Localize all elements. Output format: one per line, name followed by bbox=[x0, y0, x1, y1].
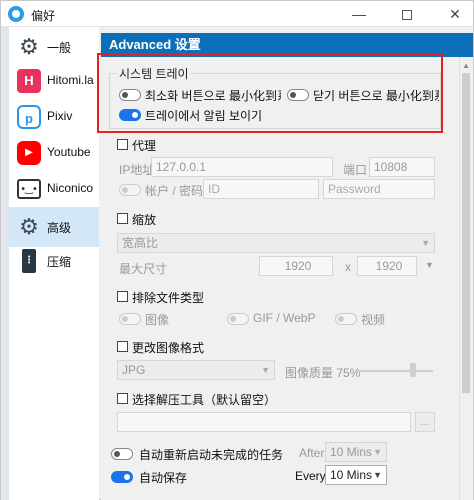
browse-button[interactable]: ... bbox=[415, 412, 435, 432]
proxy-auth-toggle[interactable] bbox=[119, 184, 141, 196]
scrollbar-thumb[interactable] bbox=[462, 73, 470, 393]
app-icon bbox=[8, 6, 24, 22]
ip-label: IP地址 bbox=[119, 163, 155, 177]
sidebar-item-label: Niconico bbox=[47, 181, 94, 195]
sidebar-item-label: Hitomi.la bbox=[47, 73, 94, 87]
sidebar-item-label: Youtube bbox=[47, 145, 91, 159]
auth-label: 帐户 / 密码 bbox=[145, 184, 204, 198]
resize-label: 缩放 bbox=[132, 213, 157, 227]
sidebar-item-label: 一般 bbox=[47, 41, 72, 55]
max-size-label: 最大尺寸 bbox=[119, 262, 168, 276]
resize-checkbox[interactable] bbox=[117, 213, 128, 224]
image-format-value: JPG bbox=[122, 363, 146, 377]
maximize-icon bbox=[402, 10, 412, 21]
exclude-video-label: 视频 bbox=[361, 313, 386, 327]
exclude-types-label: 排除文件类型 bbox=[132, 291, 205, 305]
minimize-button[interactable]: — bbox=[341, 3, 377, 25]
chevron-down-icon[interactable]: ▼ bbox=[425, 260, 434, 270]
pixiv-icon: p bbox=[17, 105, 41, 129]
sidebar-item-youtube[interactable]: ▶ Youtube bbox=[9, 133, 99, 173]
chevron-down-icon: ▼ bbox=[421, 238, 430, 248]
change-format-label: 更改图像格式 bbox=[132, 341, 205, 355]
chevron-down-icon: ▼ bbox=[373, 447, 382, 457]
sidebar-item-compress[interactable]: ⋮ 压缩 bbox=[9, 241, 99, 281]
gear-icon: ⚙ bbox=[19, 34, 39, 59]
exclude-image-label: 图像 bbox=[145, 313, 170, 327]
background-strip bbox=[1, 27, 9, 500]
extract-tool-path-input[interactable] bbox=[117, 412, 411, 432]
scroll-up-icon[interactable]: ▲ bbox=[462, 61, 470, 70]
sidebar-item-label: 高级 bbox=[47, 221, 72, 235]
extract-tool-checkbox[interactable] bbox=[117, 393, 128, 404]
auto-save-label: 自动保存 bbox=[139, 471, 188, 485]
auto-restart-interval-value: 10 Mins bbox=[330, 445, 373, 459]
niconico-icon: •‿• bbox=[17, 179, 41, 199]
exclude-types-checkbox[interactable] bbox=[117, 291, 128, 302]
sidebar-item-niconico[interactable]: •‿• Niconico bbox=[9, 169, 99, 209]
exclude-gif-toggle[interactable] bbox=[227, 313, 249, 325]
change-format-checkbox[interactable] bbox=[117, 341, 128, 352]
sidebar-item-label: 压缩 bbox=[47, 255, 72, 269]
sidebar: ⚙ 一般 H Hitomi.la p Pixiv ▶ Youtube •‿• N… bbox=[9, 27, 99, 500]
preferences-window: 偏好 — ✕ ⚙ 一般 H Hitomi.la p Pixiv ▶ Youtub… bbox=[0, 0, 474, 500]
auto-restart-interval-select[interactable]: 10 Mins ▼ bbox=[325, 442, 387, 462]
auto-save-interval-select[interactable]: 10 Mins ▼ bbox=[325, 465, 387, 485]
resize-mode-select[interactable]: 宽高比 ▼ bbox=[117, 233, 435, 253]
window-title: 偏好 bbox=[31, 9, 56, 23]
extract-tool-label: 选择解压工具（默认留空） bbox=[132, 393, 277, 407]
exclude-image-toggle[interactable] bbox=[119, 313, 141, 325]
title-bar: 偏好 — ✕ bbox=[1, 1, 473, 27]
max-width-input[interactable]: 1920 bbox=[259, 256, 333, 276]
resize-mode-value: 宽高比 bbox=[122, 236, 159, 250]
zip-icon: ⋮ bbox=[22, 249, 36, 273]
auto-save-toggle[interactable] bbox=[111, 471, 133, 483]
chevron-down-icon: ▼ bbox=[261, 365, 270, 375]
port-input[interactable]: 10808 bbox=[369, 157, 435, 177]
gears-icon: ⚙ bbox=[19, 214, 39, 239]
image-quality-slider[interactable] bbox=[357, 370, 433, 372]
proxy-checkbox[interactable] bbox=[117, 139, 128, 150]
auto-restart-label: 自动重新启动未完成的任务 bbox=[139, 448, 284, 462]
highlight-box bbox=[97, 53, 443, 133]
image-quality-slider-handle[interactable] bbox=[409, 363, 416, 377]
hitomi-icon: H bbox=[17, 69, 41, 93]
image-format-select[interactable]: JPG ▼ bbox=[117, 360, 275, 380]
auto-restart-toggle[interactable] bbox=[111, 448, 133, 460]
image-quality-label: 图像质量 75% bbox=[285, 366, 361, 380]
size-separator: x bbox=[345, 260, 351, 274]
auto-save-interval-value: 10 Mins bbox=[330, 468, 373, 482]
youtube-icon: ▶ bbox=[17, 141, 41, 165]
every-label: Every bbox=[295, 469, 326, 483]
maximize-button[interactable] bbox=[389, 3, 425, 25]
exclude-gif-label: GIF / WebP bbox=[253, 311, 316, 325]
after-label: After bbox=[299, 446, 325, 460]
exclude-video-toggle[interactable] bbox=[335, 313, 357, 325]
sidebar-item-hitomi[interactable]: H Hitomi.la bbox=[9, 61, 99, 101]
max-height-input[interactable]: 1920 bbox=[357, 256, 417, 276]
port-label: 端口 bbox=[343, 163, 368, 177]
id-input[interactable]: ID bbox=[203, 179, 319, 199]
password-input[interactable]: Password bbox=[323, 179, 435, 199]
sidebar-item-label: Pixiv bbox=[47, 109, 73, 123]
sidebar-item-pixiv[interactable]: p Pixiv bbox=[9, 97, 99, 137]
ip-input[interactable]: 127.0.0.1 bbox=[151, 157, 333, 177]
close-button[interactable]: ✕ bbox=[437, 3, 473, 25]
proxy-label: 代理 bbox=[132, 139, 157, 153]
chevron-down-icon: ▼ bbox=[373, 470, 382, 480]
